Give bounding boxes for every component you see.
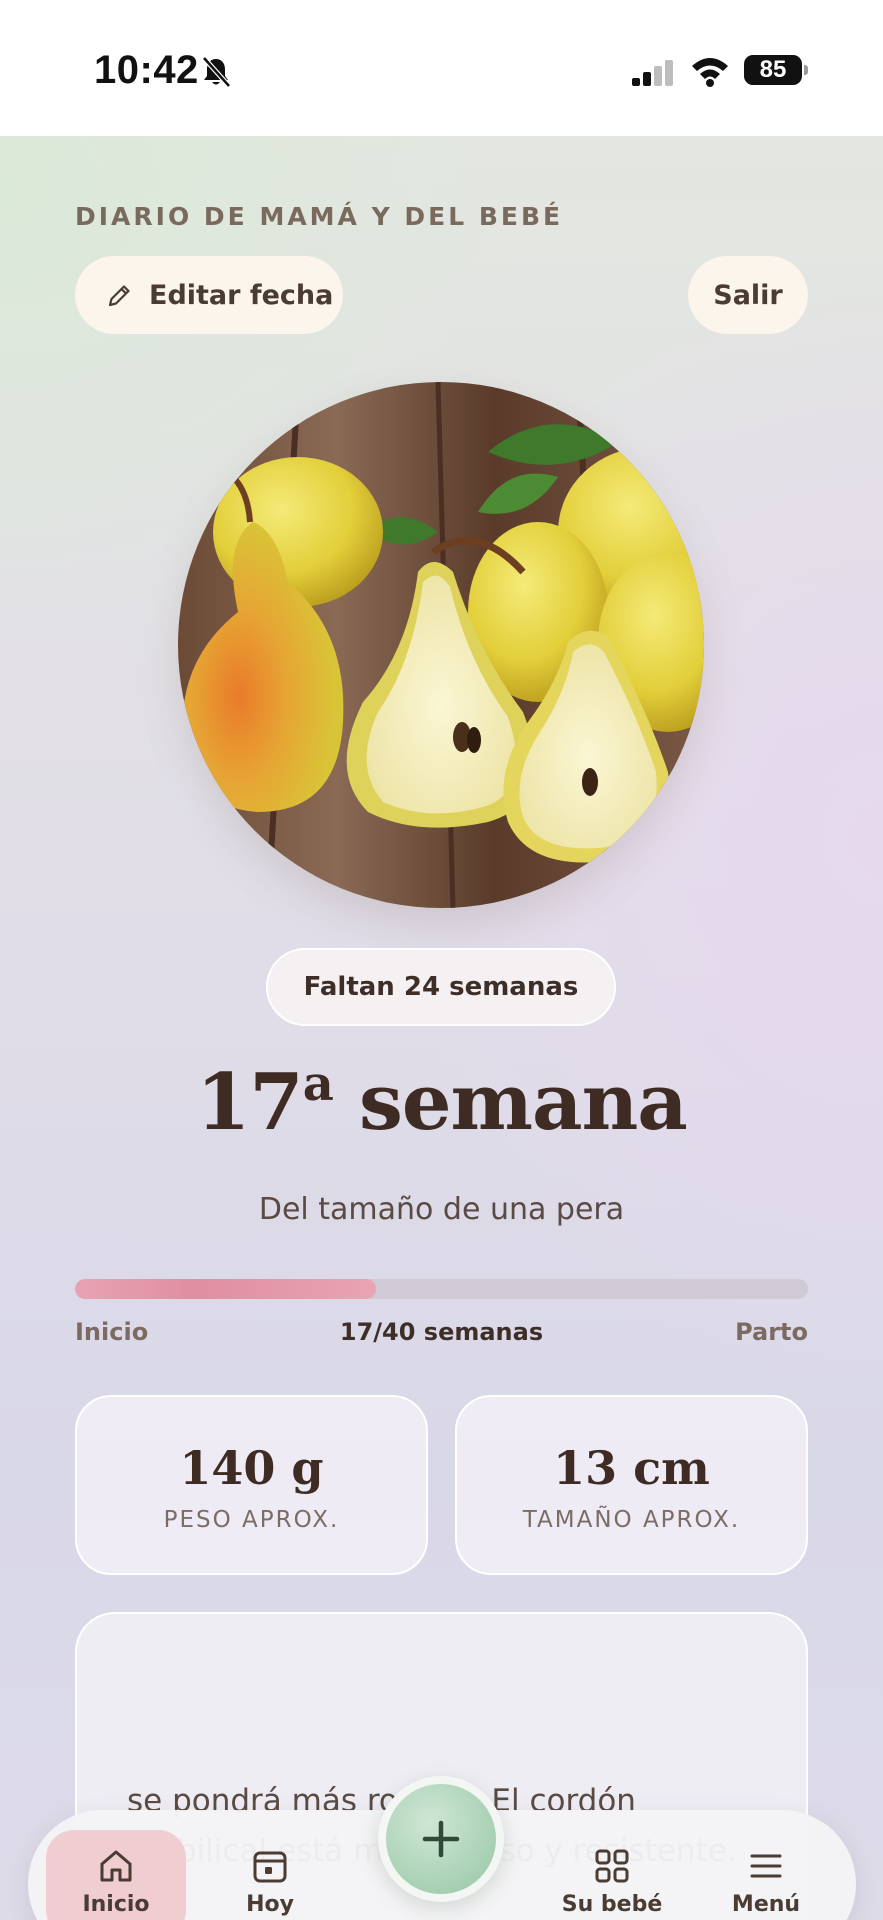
weeks-remaining-text: Faltan 24 semanas [303,972,579,1002]
weight-card: 140 g PESO APROX. [75,1395,428,1575]
exit-button[interactable]: Salir [688,256,808,334]
progress-end-label: Parto [735,1318,808,1346]
plus-icon [422,1820,460,1858]
size-card: 13 cm TAMAÑO APROX. [455,1395,808,1575]
week-word: semana [358,1056,688,1148]
battery-icon: 85 [744,55,808,85]
size-value: 13 cm [553,1441,710,1495]
exit-label: Salir [713,279,783,311]
nav-today[interactable]: Hoy [200,1830,340,1920]
nav-menu-label: Menú [731,1892,801,1917]
pregnancy-progress-bar [75,1279,808,1299]
home-icon [100,1850,132,1882]
week-title: 17a semana [0,1056,883,1148]
add-entry-button[interactable] [378,1776,504,1902]
hamburger-menu-icon [750,1854,782,1878]
nav-baby[interactable]: Su bebé [542,1830,682,1920]
weight-label: PESO APROX. [163,1507,340,1533]
pears-image [178,382,704,908]
bell-muted-icon [202,56,231,88]
grid-icon [595,1849,629,1883]
nav-baby-label: Su bebé [561,1892,663,1917]
calendar-icon [253,1851,287,1883]
weeks-remaining-badge: Faltan 24 semanas [266,948,616,1026]
journal-title: DIARIO DE MAMÁ Y DEL BEBÉ [75,202,564,231]
edit-date-button[interactable]: Editar fecha [75,256,343,334]
pears-illustration [178,382,704,908]
nav-menu[interactable]: Menú [696,1830,836,1920]
weight-value: 140 g [179,1441,324,1495]
week-number: 17 [196,1056,304,1148]
add-entry-button-inner [386,1784,496,1894]
cellular-signal-icon [632,60,673,86]
week-ordinal: a [302,1056,334,1112]
size-comparison: Del tamaño de una pera [258,1192,625,1227]
edit-date-label: Editar fecha [149,279,334,311]
nav-today-label: Hoy [246,1892,294,1917]
progress-fill [75,1279,376,1299]
nav-home-label: Inicio [82,1892,150,1917]
status-time: 10:42 [94,48,199,92]
nav-home[interactable]: Inicio [46,1830,186,1920]
pencil-icon [108,285,130,307]
size-label: TAMAÑO APROX. [522,1507,741,1533]
status-bar: 10:42 85 [0,0,883,136]
main-content: DIARIO DE MAMÁ Y DEL BEBÉ Editar fecha S… [0,136,883,1920]
wifi-icon [692,58,728,87]
